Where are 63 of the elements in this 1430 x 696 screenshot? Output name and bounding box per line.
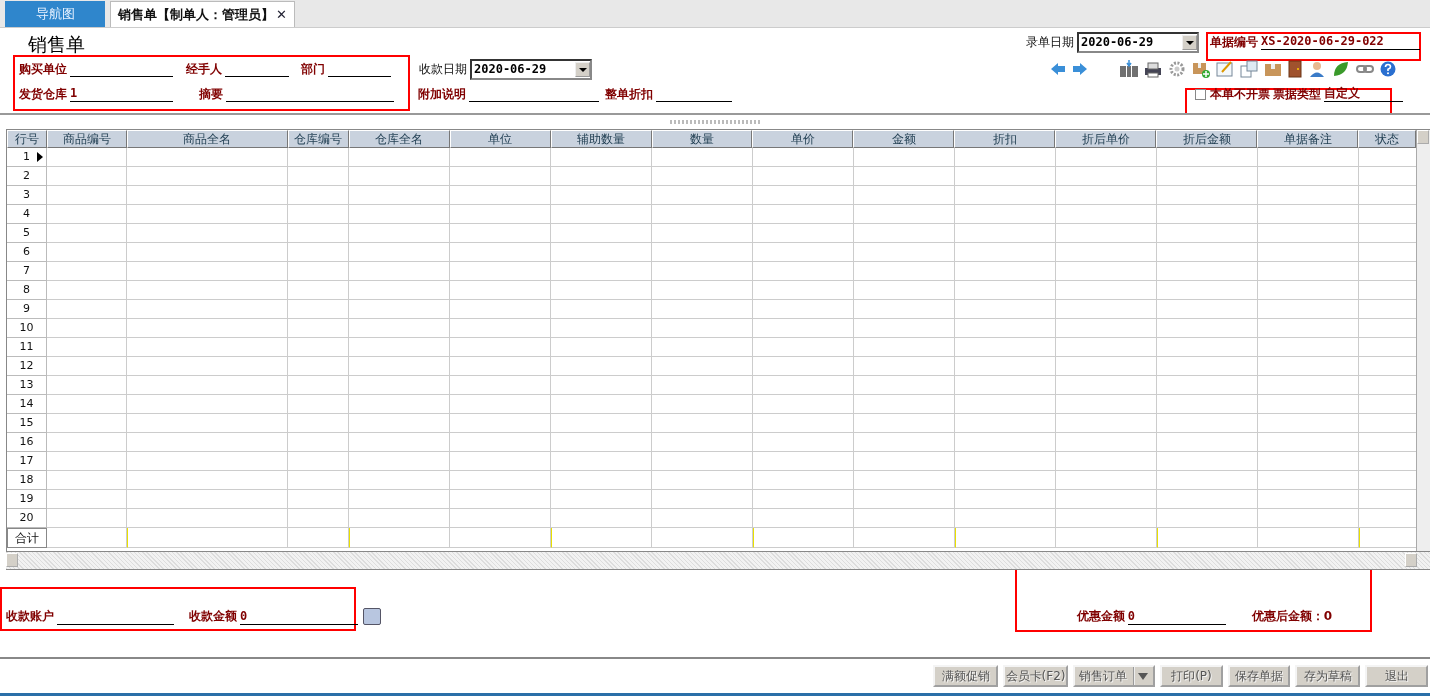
row-number: 6 [7, 243, 47, 262]
row-number: 5 [7, 224, 47, 243]
row-number: 2 [7, 167, 47, 186]
column-header[interactable]: 金额 [853, 130, 955, 148]
total-label: 合计 [7, 528, 47, 548]
row-number: 3 [7, 186, 47, 205]
column-header[interactable]: 仓库编号 [287, 130, 349, 148]
row-number: 14 [7, 395, 47, 414]
row-number: 13 [7, 376, 47, 395]
row-number: 1 [7, 148, 47, 167]
column-header[interactable]: 商品编号 [46, 130, 127, 148]
row-number: 17 [7, 452, 47, 471]
date-dropdown[interactable]: 2020-06-29 [1077, 31, 1199, 53]
field-label: 发货仓库 [19, 85, 67, 103]
column-header[interactable]: 状态 [1357, 130, 1416, 148]
field-label: 收款日期 [419, 60, 467, 78]
column-header[interactable]: 单据备注 [1257, 130, 1358, 148]
input-field[interactable]: 0 [1127, 608, 1226, 625]
row-number: 19 [7, 490, 47, 509]
row-number: 10 [7, 319, 47, 338]
row-number: 12 [7, 357, 47, 376]
field-label: 摘要 [199, 85, 223, 103]
checkbox-label: 本单不开票 [1210, 85, 1270, 103]
tab[interactable]: 销售单【制单人：管理员】✕ [110, 1, 295, 27]
date-dropdown[interactable]: 2020-06-29 [470, 58, 592, 80]
input-field[interactable]: 自定义 [1324, 86, 1403, 102]
column-header[interactable]: 辅助数量 [550, 130, 652, 148]
column-header[interactable]: 单位 [449, 130, 551, 148]
tab[interactable]: 导航图 [5, 1, 105, 27]
row-number: 16 [7, 433, 47, 452]
row-number: 15 [7, 414, 47, 433]
row-number: 8 [7, 281, 47, 300]
field-label: 收款金额 [189, 608, 237, 625]
field-label: 票据类型 [1273, 85, 1321, 103]
column-header[interactable]: 数量 [651, 130, 753, 148]
row-number: 7 [7, 262, 47, 281]
input-field[interactable]: 1 [70, 86, 173, 102]
row-number: 20 [7, 509, 47, 528]
field-label: 单据编号 [1210, 33, 1258, 51]
form-title: 销售单 [28, 32, 85, 57]
column-header[interactable]: 行号 [7, 130, 47, 148]
close-icon[interactable]: ✕ [276, 7, 287, 22]
input-field[interactable]: XS-2020-06-29-022 [1261, 34, 1420, 50]
row-number: 9 [7, 300, 47, 319]
column-header[interactable]: 折后金额 [1156, 130, 1258, 148]
field-label: 部门 [301, 60, 325, 78]
column-header[interactable]: 折扣 [954, 130, 1056, 148]
column-header[interactable]: 单价 [752, 130, 854, 148]
field-label: 购买单位 [19, 60, 67, 78]
row-number: 18 [7, 471, 47, 490]
field-label: 收款账户 [6, 608, 54, 625]
column-header[interactable]: 仓库全名 [348, 130, 450, 148]
column-header[interactable]: 商品全名 [126, 130, 288, 148]
field-label: 优惠金额 [1076, 608, 1125, 625]
field-label: 附加说明 [418, 85, 466, 103]
row-number: 4 [7, 205, 47, 224]
field-label: 整单折扣 [605, 85, 653, 103]
column-header[interactable]: 折后单价 [1055, 130, 1157, 148]
field-label: 经手人 [186, 60, 222, 78]
input-field[interactable]: 0 [240, 608, 358, 625]
row-number: 11 [7, 338, 47, 357]
discount-total: 优惠后金额：0 [1251, 608, 1332, 625]
field-label: 录单日期 [1026, 33, 1074, 51]
